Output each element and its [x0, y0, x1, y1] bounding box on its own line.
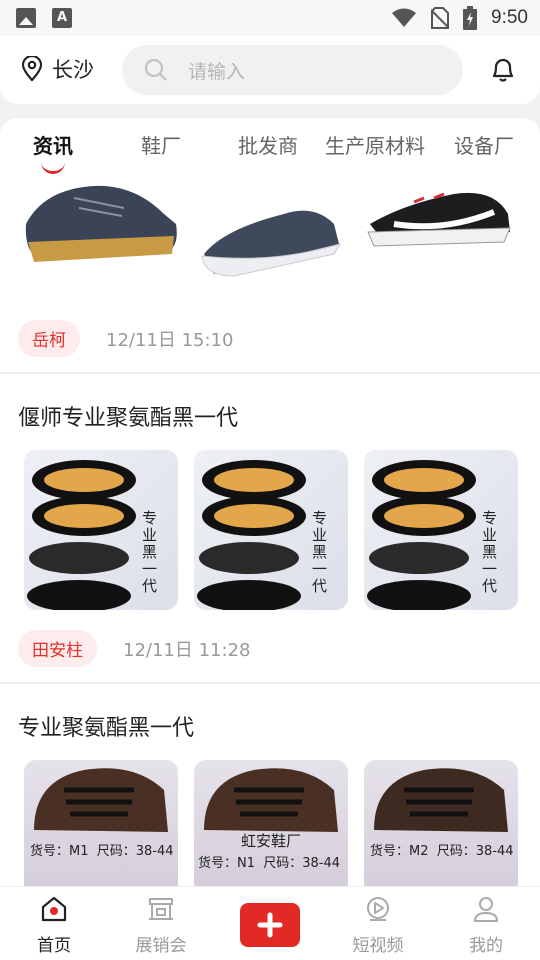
- nav-short-video-label: 短视频: [352, 936, 404, 956]
- post-time: 12/11日 15:10: [106, 329, 234, 351]
- nav-home-label: 首页: [37, 936, 71, 956]
- status-bar: A 9:50: [0, 0, 540, 36]
- nav-exhibition-label: 展销会: [135, 936, 187, 956]
- battery-charging-icon: [463, 6, 478, 30]
- photo-caption: 专业黑一代: [142, 509, 158, 595]
- plus-icon: [257, 912, 283, 938]
- list-item[interactable]: 岳柯 12/11日 15:10: [0, 184, 540, 374]
- home-icon: [41, 896, 67, 922]
- product-code: 货号：M2: [370, 844, 429, 859]
- post-time: 12/11日 11:28: [123, 639, 251, 661]
- tab-wholesaler[interactable]: 批发商: [238, 130, 298, 159]
- list-item[interactable]: 专业聚氨酯黑一代 货号：M1 尺码：38-44 虹安鞋厂 货号：N1 尺码：38…: [0, 684, 540, 886]
- location-label: 长沙: [52, 58, 94, 82]
- video-play-icon: [367, 897, 389, 921]
- post-photo[interactable]: [24, 184, 178, 302]
- author-tag[interactable]: 田安柱: [18, 630, 97, 667]
- news-feed: 岳柯 12/11日 15:10 偃师专业聚氨酯黑一代 专业黑一代 专业黑一代 专…: [0, 184, 540, 886]
- product-size: 尺码：38-44: [436, 844, 514, 859]
- photo-caption: 专业黑一代: [312, 509, 328, 595]
- search-input[interactable]: 请输入: [122, 45, 463, 95]
- product-code: 货号：M1: [30, 844, 89, 859]
- nav-home[interactable]: 首页: [9, 895, 99, 956]
- bell-icon[interactable]: [490, 56, 516, 84]
- brand-label: 虹安鞋厂: [240, 832, 301, 850]
- tab-news[interactable]: 资讯: [33, 130, 73, 159]
- product-code: 货号：N1: [198, 856, 255, 871]
- author-tag[interactable]: 岳柯: [18, 320, 80, 357]
- product-size: 尺码：38-44: [96, 844, 174, 859]
- a-badge-icon: A: [52, 8, 72, 28]
- nav-profile-label: 我的: [469, 936, 503, 956]
- tab-raw-materials[interactable]: 生产原材料: [325, 130, 425, 159]
- location-pin-icon: [21, 56, 43, 82]
- nav-short-video[interactable]: 短视频: [333, 895, 423, 956]
- user-icon: [473, 897, 499, 922]
- category-tabs: 资讯 鞋厂 批发商 生产原材料 设备厂: [0, 118, 540, 184]
- photo-caption: 专业黑一代: [482, 509, 498, 595]
- post-photo[interactable]: [364, 184, 518, 302]
- tab-shoe-factory[interactable]: 鞋厂: [141, 130, 181, 159]
- post-photo[interactable]: 专业黑一代: [364, 450, 518, 610]
- post-photo[interactable]: 虹安鞋厂 货号：N1 尺码：38-44: [194, 760, 348, 886]
- image-icon: [16, 8, 36, 28]
- search-icon: [144, 58, 167, 81]
- post-title: 专业聚氨酯黑一代: [18, 716, 195, 741]
- nav-profile[interactable]: 我的: [441, 895, 531, 956]
- content-panel: 资讯 鞋厂 批发商 生产原材料 设备厂 岳柯 12/11日 15:10 偃师专业…: [0, 118, 540, 886]
- clock: 9:50: [491, 7, 528, 28]
- post-photo[interactable]: 货号：M1 尺码：38-44: [24, 760, 178, 886]
- post-photo[interactable]: [194, 184, 348, 302]
- no-sim-icon: [431, 7, 450, 29]
- nav-exhibition[interactable]: 展销会: [116, 895, 206, 956]
- exhibition-icon: [149, 898, 173, 920]
- post-photo[interactable]: 货号：M2 尺码：38-44: [364, 760, 518, 886]
- list-item[interactable]: 偃师专业聚氨酯黑一代 专业黑一代 专业黑一代 专业黑一代 田安柱 12/11日 …: [0, 374, 540, 684]
- bottom-navigation: 首页 展销会 短视频 我的: [0, 886, 540, 960]
- location-selector[interactable]: 长沙: [20, 54, 94, 84]
- wifi-icon: [392, 8, 417, 27]
- active-tab-indicator: [41, 162, 65, 174]
- search-placeholder: 请输入: [188, 60, 246, 83]
- post-photo[interactable]: 专业黑一代: [24, 450, 178, 610]
- add-post-button[interactable]: [240, 903, 300, 947]
- top-header: 长沙 请输入: [0, 36, 540, 104]
- post-title: 偃师专业聚氨酯黑一代: [18, 406, 239, 431]
- tab-equipment-factory[interactable]: 设备厂: [454, 130, 514, 159]
- post-photo[interactable]: 专业黑一代: [194, 450, 348, 610]
- product-size: 尺码：38-44: [263, 856, 341, 871]
